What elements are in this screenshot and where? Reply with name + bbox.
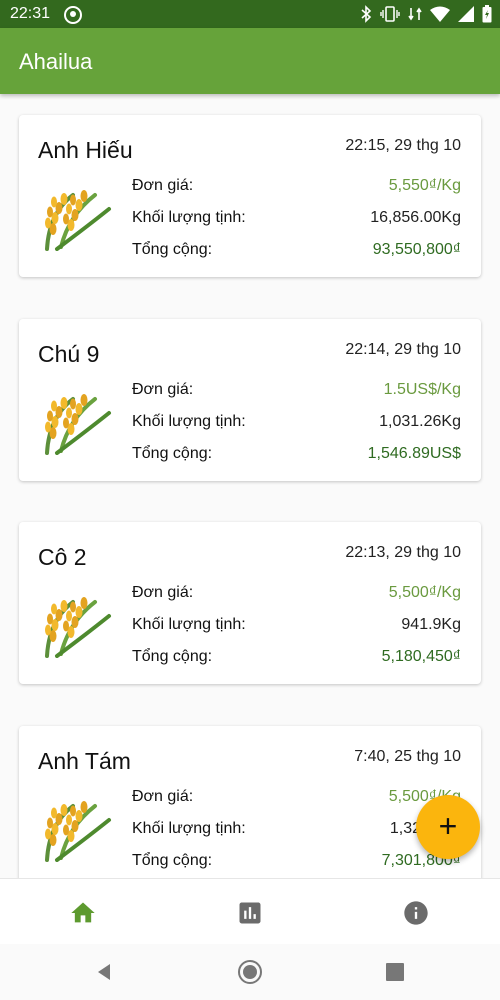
entry-list[interactable]: Anh Hiếu 22:15, 29 thg 10 Đơn giá: 5,550…: [0, 94, 500, 878]
total-label: Tổng cộng:: [132, 445, 213, 462]
total-value: 5,180,450₫: [381, 648, 461, 665]
weight-value: 16,856.00Kg: [370, 209, 461, 226]
entry-time: 22:14, 29 thg 10: [345, 341, 461, 358]
price-label: Đơn giá:: [132, 788, 194, 805]
total-label: Tổng cộng:: [132, 648, 213, 665]
price-value: 5,500₫/Kg: [388, 584, 461, 601]
weight-label: Khối lượng tịnh:: [132, 616, 246, 633]
total-value: 93,550,800₫: [372, 241, 461, 258]
wifi-icon: [430, 6, 450, 22]
entry-card[interactable]: Anh Hiếu 22:15, 29 thg 10 Đơn giá: 5,550…: [19, 115, 481, 277]
info-icon[interactable]: [402, 899, 430, 927]
total-label: Tổng cộng:: [132, 852, 213, 869]
bottom-navigation: [0, 878, 500, 945]
price-value: 1.5US$/Kg: [383, 381, 461, 398]
rice-icon: [45, 190, 111, 251]
bar-chart-icon[interactable]: [236, 899, 264, 927]
vibrate-icon: [380, 6, 400, 22]
entry-card[interactable]: Chú 9 22:14, 29 thg 10 Đơn giá: 1.5US$/K…: [19, 319, 481, 481]
price-label: Đơn giá:: [132, 584, 194, 601]
plus-icon: +: [438, 808, 458, 844]
sync-icon: [64, 6, 82, 24]
weight-label: Khối lượng tịnh:: [132, 209, 246, 226]
weight-label: Khối lượng tịnh:: [132, 413, 246, 430]
rice-icon: [45, 801, 111, 862]
bluetooth-icon: [361, 5, 372, 23]
app-bar: Ahailua: [0, 28, 500, 94]
status-bar: 22:31: [0, 0, 500, 28]
entry-name: Anh Hiếu: [38, 137, 133, 163]
wifi-data-icon: [408, 7, 422, 21]
weight-value: 941.9Kg: [401, 616, 461, 633]
entry-time: 22:15, 29 thg 10: [345, 137, 461, 154]
add-entry-button[interactable]: +: [416, 795, 480, 859]
rice-icon: [45, 597, 111, 658]
total-label: Tổng cộng:: [132, 241, 213, 258]
weight-value: 1,031.26Kg: [379, 413, 461, 430]
home-circle-icon[interactable]: [237, 959, 263, 985]
back-icon[interactable]: [94, 962, 114, 982]
entry-time: 22:13, 29 thg 10: [345, 544, 461, 561]
battery-icon: [482, 5, 492, 23]
rice-icon: [45, 394, 111, 455]
entry-name: Chú 9: [38, 341, 100, 367]
weight-label: Khối lượng tịnh:: [132, 820, 246, 837]
entry-name: Cô 2: [38, 544, 87, 570]
home-icon[interactable]: [69, 899, 97, 927]
status-icons: [360, 4, 492, 24]
app-title: Ahailua: [19, 49, 93, 74]
entry-name: Anh Tám: [38, 748, 131, 774]
recents-icon[interactable]: [386, 963, 404, 981]
price-label: Đơn giá:: [132, 381, 194, 398]
signal-icon: [458, 6, 474, 22]
entry-card[interactable]: Cô 2 22:13, 29 thg 10 Đơn giá: 5,500₫/Kg…: [19, 522, 481, 684]
price-value: 5,550₫/Kg: [388, 177, 461, 194]
entry-card[interactable]: Anh Tám 7:40, 25 thg 10 Đơn giá: 5,500₫/…: [19, 726, 481, 878]
status-time: 22:31: [10, 5, 51, 22]
entry-time: 7:40, 25 thg 10: [354, 748, 461, 765]
system-navigation: [0, 944, 500, 1000]
price-label: Đơn giá:: [132, 177, 194, 194]
total-value: 1,546.89US$: [367, 445, 461, 462]
